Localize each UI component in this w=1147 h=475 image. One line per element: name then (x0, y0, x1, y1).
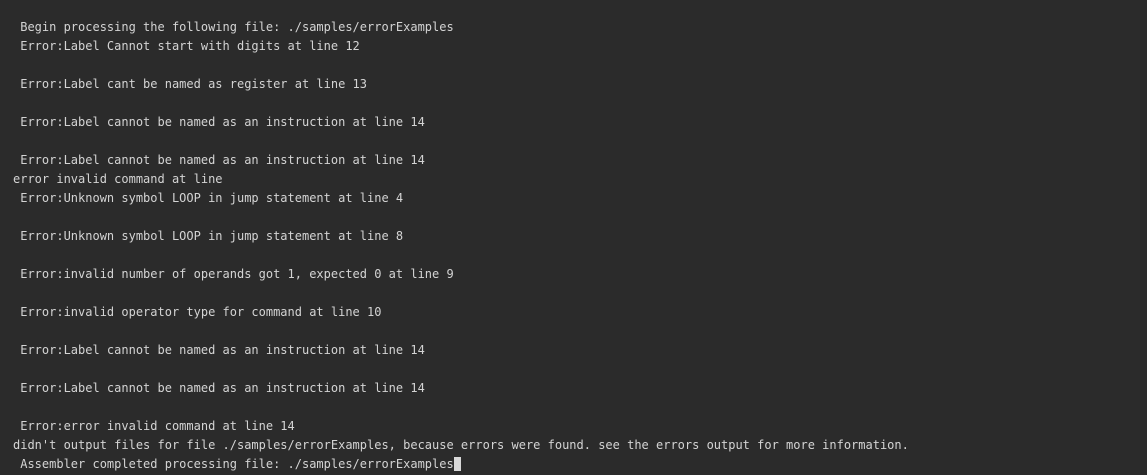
console-output: Begin processing the following file: ./s… (0, 0, 1147, 475)
console-line: Error:invalid operator type for command … (13, 305, 382, 319)
console-line: Error:Label Cannot start with digits at … (13, 39, 360, 53)
console-line: Error:Label cannot be named as an instru… (13, 153, 425, 167)
console-line: Error:error invalid command at line 14 (13, 419, 295, 433)
console-line: Error:invalid number of operands got 1, … (13, 267, 454, 281)
console-last-line[interactable]: Assembler completed processing file: ./s… (13, 455, 461, 474)
console-line: Error:Label cannot be named as an instru… (13, 381, 425, 395)
console-line: didn't output files for file ./samples/e… (13, 438, 909, 452)
text-caret (453, 457, 461, 471)
console-line: Error:Unknown symbol LOOP in jump statem… (13, 191, 404, 205)
console-line: Error:Unknown symbol LOOP in jump statem… (13, 229, 404, 243)
console-line: Error:Label cant be named as register at… (13, 77, 368, 91)
console-line: Error:Label cannot be named as an instru… (13, 115, 425, 129)
console-line: Error:Label cannot be named as an instru… (13, 343, 425, 357)
console-line: Begin processing the following file: ./s… (13, 20, 454, 34)
console-line: error invalid command at line (13, 172, 223, 186)
console-line-text: Assembler completed processing file: ./s… (13, 457, 454, 471)
